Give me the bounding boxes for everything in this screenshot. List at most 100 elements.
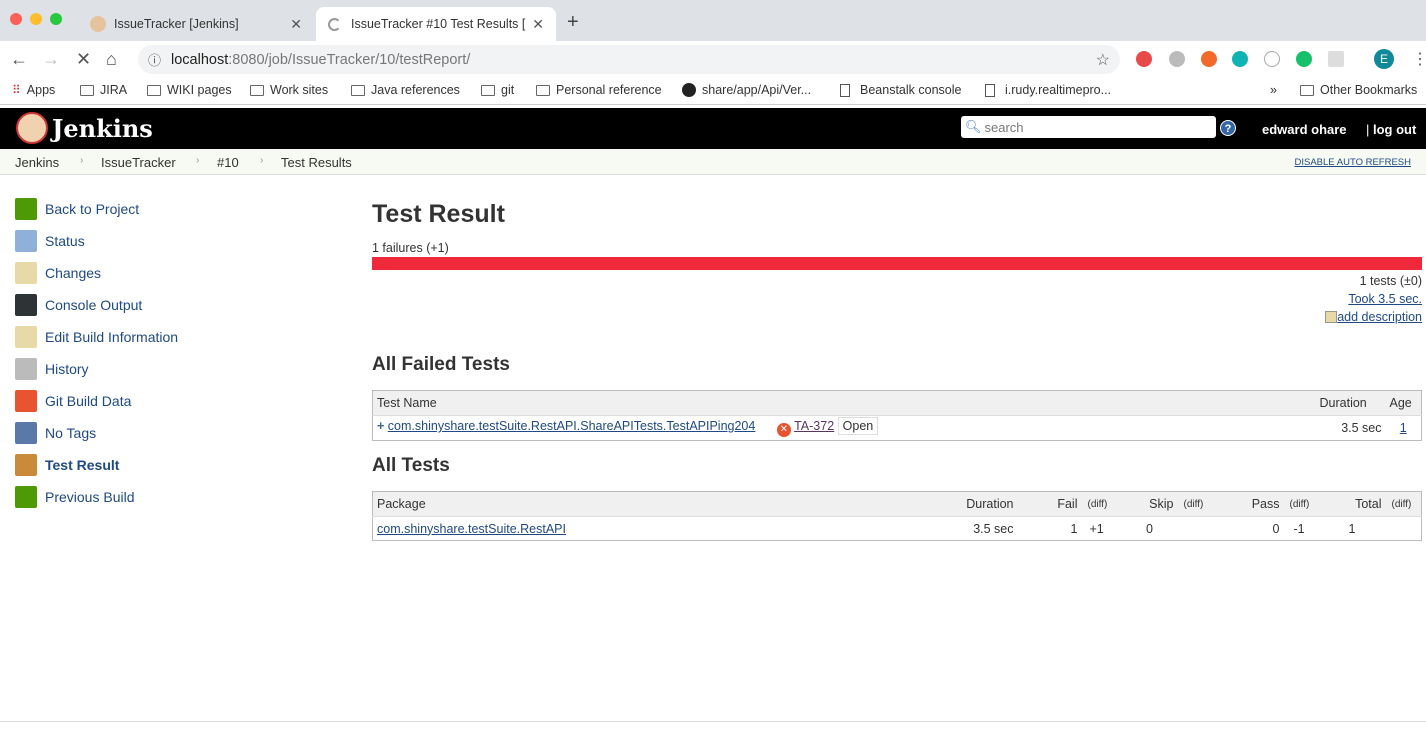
total-diff-cell bbox=[1386, 517, 1422, 541]
column-header[interactable]: Total bbox=[1319, 491, 1386, 517]
bookmark-apps[interactable]: ⠿ Apps bbox=[12, 83, 55, 97]
menu-icon[interactable]: ⋮ bbox=[1412, 49, 1426, 69]
profile-avatar[interactable]: E bbox=[1374, 49, 1394, 69]
browser-tab[interactable]: IssueTracker [Jenkins] ✕ bbox=[78, 7, 314, 41]
table-row: + com.shinyshare.testSuite.RestAPI.Share… bbox=[373, 416, 1422, 441]
jenkins-logo[interactable]: Jenkins bbox=[16, 112, 153, 144]
sidebar-item-status[interactable]: Status bbox=[15, 225, 178, 257]
logo-text: Jenkins bbox=[52, 113, 153, 143]
bookmark-label: Personal reference bbox=[556, 83, 662, 97]
more-bookmarks-icon[interactable]: » bbox=[1270, 83, 1277, 97]
sidebar-item-git-build-data[interactable]: Git Build Data bbox=[15, 385, 178, 417]
info-icon: ⓘ bbox=[148, 53, 162, 68]
logout-link[interactable]: log out bbox=[1373, 122, 1416, 137]
column-header[interactable]: Test Name bbox=[372, 390, 1316, 416]
user-link[interactable]: edward ohare bbox=[1262, 122, 1347, 137]
extension-icon[interactable] bbox=[1232, 51, 1248, 67]
extension-icon[interactable] bbox=[1136, 51, 1152, 67]
sidebar-item-edit-build-information[interactable]: Edit Build Information bbox=[15, 321, 178, 353]
back-icon[interactable]: ← bbox=[10, 49, 28, 70]
add-description-link[interactable]: add description bbox=[1337, 310, 1422, 324]
extension-icon[interactable] bbox=[1264, 51, 1280, 67]
breadcrumb-separator-icon[interactable]: › bbox=[260, 155, 263, 166]
url-input[interactable]: ⓘ localhost:8080/job/IssueTracker/10/tes… bbox=[138, 45, 1120, 74]
package-link[interactable]: com.shinyshare.testSuite.RestAPI bbox=[377, 522, 566, 536]
breadcrumb-separator-icon[interactable]: › bbox=[80, 155, 83, 166]
close-tab-icon[interactable]: ✕ bbox=[290, 16, 302, 33]
column-header[interactable]: (diff) bbox=[1081, 491, 1118, 517]
all-failed-tests-heading: All Failed Tests bbox=[372, 354, 510, 375]
sidebar-item-label: Console Output bbox=[45, 297, 143, 313]
expand-plus-icon[interactable]: + bbox=[377, 419, 384, 433]
bookmark-link[interactable]: i.rudy.realtimepro... bbox=[985, 83, 1111, 97]
main-content: Test Result 1 failures (+1) 1 tests (±0)… bbox=[372, 200, 1422, 541]
grammarly-icon[interactable] bbox=[1296, 51, 1312, 67]
close-window-button[interactable] bbox=[10, 13, 22, 25]
sidebar-item-history[interactable]: History bbox=[15, 353, 178, 385]
test-name-link[interactable]: com.shinyshare.testSuite.RestAPI.ShareAP… bbox=[388, 419, 756, 433]
close-tab-icon[interactable]: ✕ bbox=[532, 16, 544, 33]
tests-count: 1 tests (±0) bbox=[1359, 274, 1422, 288]
column-header[interactable]: (diff) bbox=[1177, 491, 1214, 517]
browser-tab-active[interactable]: IssueTracker #10 Test Results [ ✕ bbox=[316, 7, 556, 41]
sidebar-item-label: Edit Build Information bbox=[45, 329, 179, 345]
column-header[interactable]: (diff) bbox=[1385, 491, 1422, 517]
failures-summary: 1 failures (+1) bbox=[372, 241, 449, 255]
new-tab-icon[interactable]: + bbox=[567, 11, 579, 34]
bookmark-folder[interactable]: WIKI pages bbox=[147, 83, 232, 97]
bookmark-folder[interactable]: Personal reference bbox=[536, 83, 662, 97]
breadcrumb-test-results[interactable]: Test Results bbox=[281, 155, 352, 170]
forward-icon[interactable]: → bbox=[42, 49, 60, 70]
sidebar-item-changes[interactable]: Changes bbox=[15, 257, 178, 289]
stop-icon[interactable]: ✕ bbox=[76, 49, 91, 70]
notepad-icon bbox=[1325, 311, 1338, 323]
bookmark-folder[interactable]: JIRA bbox=[80, 83, 127, 97]
bookmark-link[interactable]: share/app/Api/Ver... bbox=[682, 83, 811, 97]
apps-grid-icon: ⠿ bbox=[12, 83, 21, 97]
breadcrumb-separator-icon[interactable]: › bbox=[196, 155, 199, 166]
sidebar-item-console-output[interactable]: Console Output bbox=[15, 289, 178, 321]
extension-icon[interactable] bbox=[1169, 51, 1185, 67]
bookmark-folder[interactable]: Work sites bbox=[250, 83, 328, 97]
disable-auto-refresh-link[interactable]: DISABLE AUTO REFRESH bbox=[1295, 157, 1412, 168]
breadcrumb-jenkins[interactable]: Jenkins bbox=[15, 155, 59, 170]
duration-cell: 3.5 sec bbox=[973, 521, 1014, 536]
bookmark-folder[interactable]: Java references bbox=[351, 83, 460, 97]
sidebar-item-test-result[interactable]: Test Result bbox=[15, 449, 178, 481]
column-header[interactable]: Duration bbox=[947, 491, 1018, 517]
column-header[interactable]: Fail bbox=[1017, 491, 1082, 517]
extension-icon[interactable] bbox=[1201, 51, 1217, 67]
sidebar-item-previous-build[interactable]: Previous Build bbox=[15, 481, 178, 513]
column-header[interactable]: Package bbox=[372, 491, 948, 517]
failed-tests-table: Test Name Duration Age + com.shinyshare.… bbox=[372, 390, 1422, 441]
maximize-window-button[interactable] bbox=[50, 13, 62, 25]
notepad-icon bbox=[15, 262, 37, 284]
issue-status-badge: Open bbox=[837, 417, 879, 435]
bookmark-link[interactable]: Beanstalk console bbox=[840, 83, 961, 97]
column-header[interactable]: (diff) bbox=[1283, 491, 1320, 517]
sidebar-item-label: Status bbox=[45, 233, 85, 249]
sidebar-item-back-to-project[interactable]: Back to Project bbox=[15, 193, 178, 225]
column-header[interactable]: Pass bbox=[1213, 491, 1284, 517]
column-header[interactable]: Duration bbox=[1315, 390, 1386, 416]
help-icon[interactable]: ? bbox=[1220, 120, 1236, 136]
home-icon[interactable]: ⌂ bbox=[106, 49, 117, 70]
bookmark-folder[interactable]: git bbox=[481, 83, 514, 97]
column-header[interactable]: Age bbox=[1385, 390, 1422, 416]
folder-icon bbox=[80, 84, 94, 96]
up-arrow-icon bbox=[15, 198, 37, 220]
minimize-window-button[interactable] bbox=[30, 13, 42, 25]
column-header[interactable]: Skip bbox=[1117, 491, 1178, 517]
failure-progress-bar bbox=[372, 257, 1422, 270]
age-link[interactable]: 1 bbox=[1400, 421, 1407, 435]
bookmark-star-icon[interactable]: ☆ bbox=[1096, 50, 1110, 70]
breadcrumb-job[interactable]: IssueTracker bbox=[101, 155, 176, 170]
breadcrumb-build[interactable]: #10 bbox=[217, 155, 239, 170]
other-bookmarks[interactable]: Other Bookmarks bbox=[1300, 83, 1417, 97]
took-duration-link[interactable]: Took 3.5 sec. bbox=[1348, 292, 1422, 306]
extension-icon[interactable] bbox=[1328, 51, 1344, 67]
search-input[interactable]: 🔍︎ search bbox=[961, 116, 1216, 138]
sidebar-item-no-tags[interactable]: No Tags bbox=[15, 417, 178, 449]
folder-icon bbox=[536, 84, 550, 96]
issue-link[interactable]: TA-372 bbox=[794, 419, 834, 433]
